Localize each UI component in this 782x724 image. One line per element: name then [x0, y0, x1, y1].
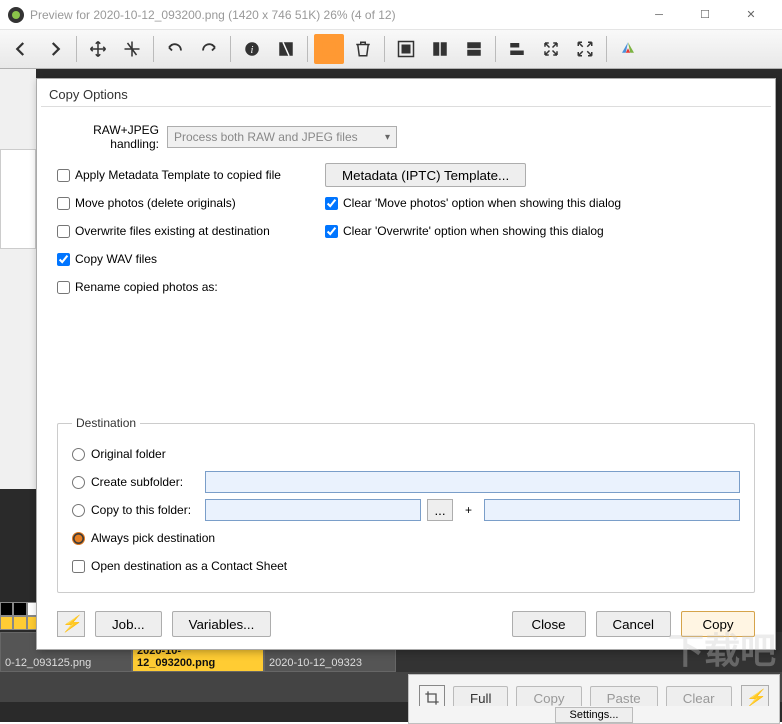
align-icon[interactable]: [502, 34, 532, 64]
overwrite-checkbox[interactable]: [57, 225, 70, 238]
settings-button[interactable]: Settings...: [555, 707, 634, 723]
raw-jpeg-value: Process both RAW and JPEG files: [174, 130, 358, 144]
undo-icon[interactable]: [160, 34, 190, 64]
variables-button[interactable]: Variables...: [172, 611, 272, 637]
view-split-icon[interactable]: [425, 34, 455, 64]
raw-jpeg-dropdown[interactable]: Process both RAW and JPEG files: [167, 126, 397, 148]
tag-icon[interactable]: [271, 34, 301, 64]
apply-metadata-label: Apply Metadata Template to copied file: [75, 168, 281, 182]
rename-label: Rename copied photos as:: [75, 280, 218, 294]
always-pick-label: Always pick destination: [91, 531, 215, 545]
svg-text:i: i: [251, 45, 254, 56]
destination-legend: Destination: [72, 416, 140, 430]
move-photos-checkbox[interactable]: [57, 197, 70, 210]
always-pick-radio[interactable]: [72, 532, 85, 545]
create-subfolder-input[interactable]: [205, 471, 740, 493]
plus-label: +: [459, 503, 478, 517]
raw-jpeg-label: RAW+JPEG handling:: [57, 123, 167, 151]
clear-overwrite-checkbox[interactable]: [325, 225, 338, 238]
copy-to-folder-label: Copy to this folder:: [91, 503, 199, 517]
overwrite-label: Overwrite files existing at destination: [75, 224, 270, 238]
window-titlebar: Preview for 2020-10-12_093200.png (1420 …: [0, 0, 782, 30]
job-button[interactable]: Job...: [95, 611, 162, 637]
dialog-title: Copy Options: [37, 79, 775, 106]
redo-icon[interactable]: [194, 34, 224, 64]
open-contact-checkbox[interactable]: [72, 560, 85, 573]
selected-tool-icon[interactable]: [314, 34, 344, 64]
collapse-icon[interactable]: [536, 34, 566, 64]
copy-wav-checkbox[interactable]: [57, 253, 70, 266]
back-icon[interactable]: [6, 34, 36, 64]
forward-icon[interactable]: [40, 34, 70, 64]
flash-button[interactable]: ⚡: [57, 611, 85, 637]
dialog-footer: ⚡ Job... Variables... Close Cancel Copy: [37, 601, 775, 649]
cancel-move-icon[interactable]: [117, 34, 147, 64]
destination-fieldset: Destination Original folder Create subfo…: [57, 416, 755, 593]
create-subfolder-radio[interactable]: [72, 476, 85, 489]
move-photos-label: Move photos (delete originals): [75, 196, 236, 210]
window-title: Preview for 2020-10-12_093200.png (1420 …: [30, 8, 636, 22]
apply-metadata-checkbox[interactable]: [57, 169, 70, 182]
clear-overwrite-label: Clear 'Overwrite' option when showing th…: [343, 224, 604, 238]
open-contact-label: Open destination as a Contact Sheet: [91, 559, 287, 573]
view-rows-icon[interactable]: [459, 34, 489, 64]
settings-bar: Settings...: [408, 706, 780, 724]
trash-icon[interactable]: [348, 34, 378, 64]
close-dialog-button[interactable]: Close: [512, 611, 586, 637]
color-selector[interactable]: [0, 602, 40, 630]
copy-options-dialog: Copy Options RAW+JPEG handling: Process …: [36, 78, 776, 650]
clear-move-label: Clear 'Move photos' option when showing …: [343, 196, 621, 210]
rename-checkbox[interactable]: [57, 281, 70, 294]
browse-button[interactable]: ...: [427, 499, 453, 521]
view-single-icon[interactable]: [391, 34, 421, 64]
maximize-button[interactable]: ☐: [682, 0, 728, 30]
clear-move-checkbox[interactable]: [325, 197, 338, 210]
expand-icon[interactable]: [570, 34, 600, 64]
copy-wav-label: Copy WAV files: [75, 252, 157, 266]
cancel-button[interactable]: Cancel: [596, 611, 672, 637]
original-folder-radio[interactable]: [72, 448, 85, 461]
copy-button[interactable]: Copy: [681, 611, 755, 637]
original-folder-label: Original folder: [91, 447, 166, 461]
app-icon: [8, 7, 24, 23]
minimize-button[interactable]: ─: [636, 0, 682, 30]
copy-to-folder-radio[interactable]: [72, 504, 85, 517]
copy-to-folder-input[interactable]: [205, 499, 421, 521]
metadata-template-button[interactable]: Metadata (IPTC) Template...: [325, 163, 526, 187]
left-thumb-strip: [0, 69, 36, 489]
move-icon[interactable]: [83, 34, 113, 64]
info-icon[interactable]: i: [237, 34, 267, 64]
main-toolbar: i: [0, 30, 782, 69]
doc-thumbnail[interactable]: [0, 149, 36, 249]
color-icon[interactable]: [613, 34, 643, 64]
create-subfolder-label: Create subfolder:: [91, 475, 199, 489]
suffix-input[interactable]: [484, 499, 740, 521]
preview-area: 0-12_093125.png 2020-10-12_093200.png 20…: [0, 69, 782, 722]
close-button[interactable]: ✕: [728, 0, 774, 30]
